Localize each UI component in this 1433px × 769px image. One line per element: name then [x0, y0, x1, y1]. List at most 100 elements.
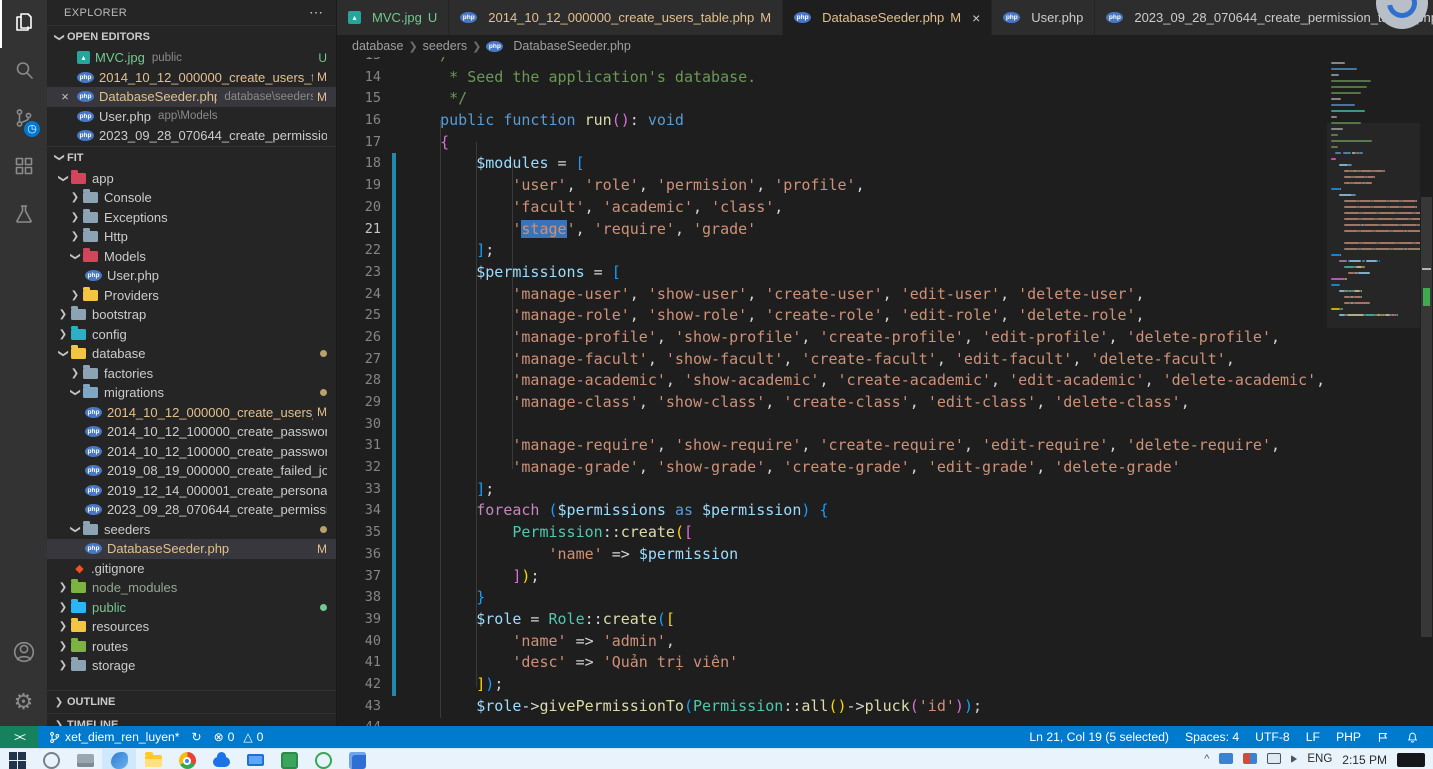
breadcrumb-segment[interactable]: seeders	[423, 39, 467, 53]
taskbar-green-circle-app-button[interactable]	[306, 749, 340, 769]
taskbar-chrome-button[interactable]	[170, 749, 204, 769]
code-editor[interactable]: 13 /**14 * Seed the application's databa…	[337, 57, 1433, 726]
code-line-27[interactable]: 27 'manage-facult', 'show-facult', 'crea…	[337, 349, 1433, 371]
taskbar-task-view-button[interactable]	[68, 749, 102, 769]
status-utf-8[interactable]: UTF-8	[1255, 730, 1290, 744]
tree-folder-providers[interactable]: ❯Providers	[47, 286, 336, 306]
taskbar-file-explorer-button[interactable]	[136, 749, 170, 769]
code-line-42[interactable]: 42 ]);	[337, 674, 1433, 696]
taskbar-green-app-button[interactable]	[272, 749, 306, 769]
tree-file-2019-12-14-000001-create-personal-acces-[interactable]: php2019_12_14_000001_create_personal_acc…	[47, 481, 336, 501]
git-branch-item[interactable]: xet_diem_ren_luyen*	[48, 730, 180, 744]
code-line-36[interactable]: 36 'name' => $permission	[337, 544, 1433, 566]
tree-folder-migrations[interactable]: ❯migrations	[47, 383, 336, 403]
open-editor-item[interactable]: php2014_10_12_000000_create_users_table.…	[47, 68, 336, 88]
tree-folder-http[interactable]: ❯Http	[47, 227, 336, 247]
activity-source-control-button[interactable]: ◷	[0, 96, 47, 144]
open-editors-header[interactable]: ❯ OPEN EDITORS	[47, 25, 336, 48]
code-line-16[interactable]: 16 public function run(): void	[337, 110, 1433, 132]
tree-folder-app[interactable]: ❯app	[47, 169, 336, 189]
code-line-19[interactable]: 19 'user', 'role', 'permision', 'profile…	[337, 175, 1433, 197]
vertical-scrollbar[interactable]	[1420, 57, 1433, 726]
remote-indicator[interactable]: ><	[0, 726, 38, 748]
code-line-37[interactable]: 37 ]);	[337, 566, 1433, 588]
taskbar-blue-app-button[interactable]	[340, 749, 374, 769]
code-line-32[interactable]: 32 'manage-grade', 'show-grade', 'create…	[337, 457, 1433, 479]
code-line-26[interactable]: 26 'manage-profile', 'show-profile', 'cr…	[337, 327, 1433, 349]
activity-search-button[interactable]	[0, 48, 47, 96]
feedback-icon[interactable]	[1377, 731, 1390, 744]
code-line-33[interactable]: 33 ];	[337, 479, 1433, 501]
problems-item[interactable]: ⊗0 △0	[214, 730, 264, 744]
tab-user-php[interactable]: phpUser.php	[992, 0, 1095, 35]
tab-2014-10-12-000000-create-users-table-php[interactable]: php2014_10_12_000000_create_users_table.…	[449, 0, 783, 35]
tab-databaseseeder-php[interactable]: phpDatabaseSeeder.phpM×	[783, 0, 992, 35]
code-line-13[interactable]: 13 /**	[337, 57, 1433, 67]
code-line-18[interactable]: 18 $modules = [	[337, 153, 1433, 175]
code-line-44[interactable]: 44	[337, 717, 1433, 726]
code-line-31[interactable]: 31 'manage-require', 'show-require', 'cr…	[337, 435, 1433, 457]
code-line-30[interactable]: 30	[337, 414, 1433, 436]
code-line-40[interactable]: 40 'name' => 'admin',	[337, 631, 1433, 653]
tree-folder-console[interactable]: ❯Console	[47, 188, 336, 208]
activity-settings-button[interactable]: ⚙	[0, 678, 47, 726]
scrollbar-slider[interactable]	[1421, 197, 1432, 637]
code-line-15[interactable]: 15 */	[337, 88, 1433, 110]
close-icon[interactable]: ×	[972, 10, 980, 26]
language-indicator[interactable]: ENG	[1307, 753, 1332, 765]
breadcrumb[interactable]: database❯seeders❯phpDatabaseSeeder.php	[337, 35, 1433, 57]
tab-mvc-jpg[interactable]: ▴MVC.jpgU	[337, 0, 449, 35]
tree-file-2019-08-19-000000-create-failed-jobs-tabl-[interactable]: php2019_08_19_000000_create_failed_jobs_…	[47, 461, 336, 481]
display-icon[interactable]	[1267, 753, 1281, 764]
tree-folder-public[interactable]: ❯public	[47, 598, 336, 618]
volume-icon[interactable]	[1291, 755, 1297, 763]
project-header[interactable]: ❯ FIT	[47, 146, 336, 169]
status-spaces-[interactable]: Spaces: 4	[1185, 730, 1239, 744]
more-actions-icon[interactable]: ⋯	[309, 4, 324, 21]
taskbar-cloud-app-button[interactable]	[204, 749, 238, 769]
activity-accounts-button[interactable]	[0, 630, 47, 678]
code-line-28[interactable]: 28 'manage-academic', 'show-academic', '…	[337, 370, 1433, 392]
tree-folder-bootstrap[interactable]: ❯bootstrap	[47, 305, 336, 325]
tree-file-2014-10-12-000000-create-users-tab-[interactable]: php2014_10_12_000000_create_users_tab...…	[47, 403, 336, 423]
tree-file-databaseseeder-php[interactable]: phpDatabaseSeeder.phpM	[47, 539, 336, 559]
tree-folder-exceptions[interactable]: ❯Exceptions	[47, 208, 336, 228]
activity-explorer-button[interactable]	[0, 0, 47, 48]
breadcrumb-file[interactable]: DatabaseSeeder.php	[513, 39, 630, 53]
tree-file-2014-10-12-100000-create-password-reset-[interactable]: php2014_10_12_100000_create_password_res…	[47, 422, 336, 442]
tray-icon-1[interactable]	[1219, 753, 1233, 764]
tree-folder-storage[interactable]: ❯storage	[47, 656, 336, 676]
code-line-23[interactable]: 23 $permissions = [	[337, 262, 1433, 284]
code-line-34[interactable]: 34 foreach ($permissions as $permission)…	[337, 500, 1433, 522]
code-line-39[interactable]: 39 $role = Role::create([	[337, 609, 1433, 631]
code-line-41[interactable]: 41 'desc' => 'Quản trị viên'	[337, 652, 1433, 674]
taskbar-window-app-button[interactable]	[238, 749, 272, 769]
taskbar-search-button[interactable]	[34, 749, 68, 769]
open-editor-item[interactable]: php2023_09_28_070644_create_permission_t…	[47, 126, 336, 146]
tray-icon-2[interactable]	[1243, 753, 1257, 764]
clock[interactable]: 2:15 PM	[1342, 753, 1387, 767]
sync-button[interactable]: ↻	[192, 730, 202, 744]
activity-testing-button[interactable]	[0, 192, 47, 240]
code-line-38[interactable]: 38 }	[337, 587, 1433, 609]
tree-folder-seeders[interactable]: ❯seeders	[47, 520, 336, 540]
status-php[interactable]: PHP	[1336, 730, 1361, 744]
status-lf[interactable]: LF	[1306, 730, 1320, 744]
notification-center-button[interactable]	[1397, 753, 1425, 767]
code-line-21[interactable]: 21 'stage', 'require', 'grade'	[337, 219, 1433, 241]
code-line-14[interactable]: 14 * Seed the application's database.	[337, 67, 1433, 89]
open-editor-item[interactable]: ×phpDatabaseSeeder.phpdatabase\seedersM	[47, 87, 336, 107]
open-editor-item[interactable]: ▴MVC.jpgpublicU	[47, 48, 336, 68]
code-line-29[interactable]: 29 'manage-class', 'show-class', 'create…	[337, 392, 1433, 414]
code-line-35[interactable]: 35 Permission::create([	[337, 522, 1433, 544]
tree-file-2023-09-28-070644-create-permission-tab-[interactable]: php2023_09_28_070644_create_permission_t…	[47, 500, 336, 520]
code-line-25[interactable]: 25 'manage-role', 'show-role', 'create-r…	[337, 305, 1433, 327]
code-line-24[interactable]: 24 'manage-user', 'show-user', 'create-u…	[337, 284, 1433, 306]
code-line-17[interactable]: 17 {	[337, 132, 1433, 154]
open-editor-item[interactable]: phpUser.phpapp\Models	[47, 107, 336, 127]
status-ln[interactable]: Ln 21, Col 19 (5 selected)	[1029, 730, 1169, 744]
minimap[interactable]	[1327, 57, 1420, 726]
code-line-20[interactable]: 20 'facult', 'academic', 'class',	[337, 197, 1433, 219]
code-line-22[interactable]: 22 ];	[337, 240, 1433, 262]
tree-file-user-php[interactable]: phpUser.php	[47, 266, 336, 286]
